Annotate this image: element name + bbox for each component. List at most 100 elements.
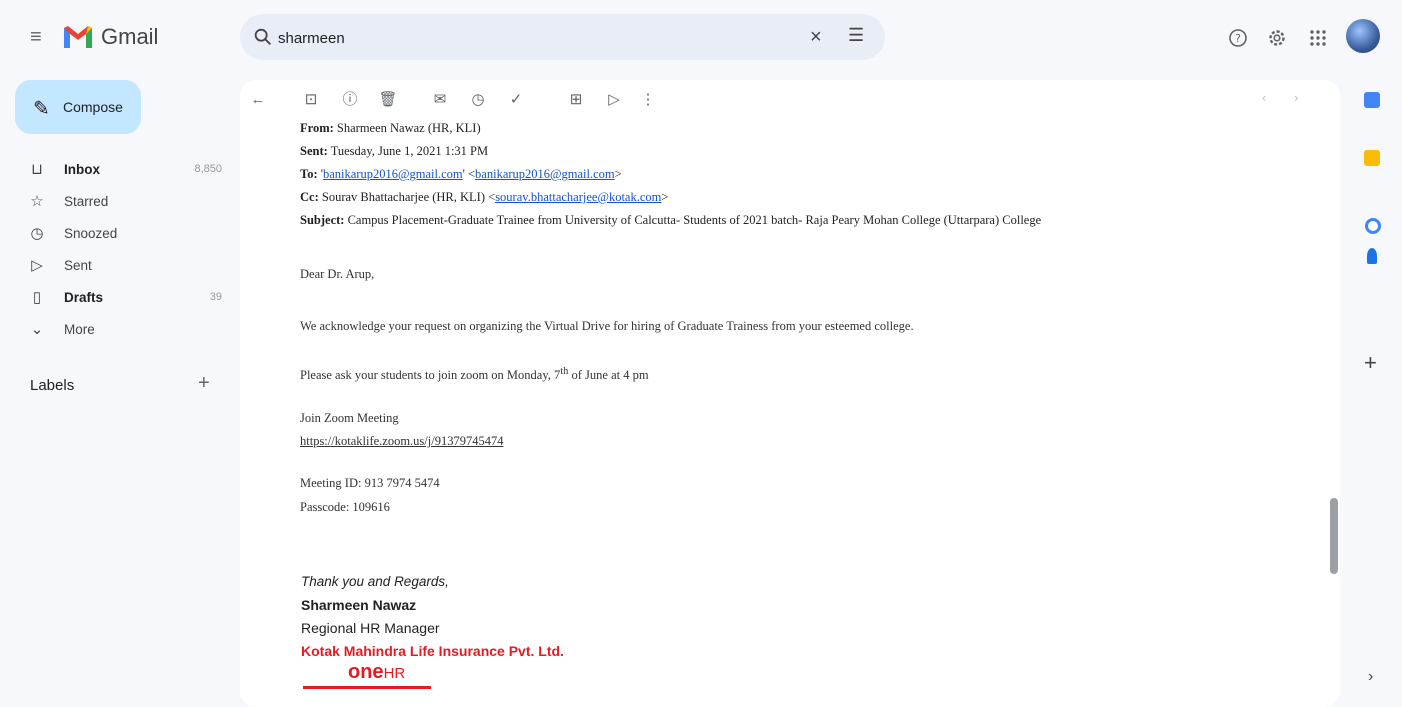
sidebar-item-inbox[interactable]: ⊔ Inbox 8,850 [0, 155, 232, 185]
help-icon[interactable]: ? [1228, 26, 1248, 50]
star-icon: ☆ [30, 193, 44, 210]
sent-value: Tuesday, June 1, 2021 1:31 PM [330, 144, 489, 158]
labels-heading: Labels [30, 377, 75, 394]
zoom-meeting-link[interactable]: https://kotaklife.zoom.us/j/91379745474 [300, 434, 503, 449]
pencil-icon: ✎ [33, 98, 50, 120]
message-pane: ← ⊡ ⓘ 🗑 ✉ ◷ ✓ ⊞ ▷ ⋮ ‹ › From: Sharmeen N… [240, 80, 1340, 707]
join-text: Please ask your students to join zoom on… [300, 368, 561, 383]
drafts-count: 39 [209, 291, 222, 303]
search-input[interactable] [276, 23, 800, 53]
onehr-logo-one: one [348, 661, 384, 683]
from-value: Sharmeen Nawaz (HR, KLI) [336, 121, 481, 135]
settings-gear-icon[interactable] [1267, 26, 1287, 50]
calendar-icon[interactable] [1364, 92, 1380, 108]
inbox-icon: ⊔ [31, 161, 43, 178]
cc-name: Sourav Bhattacharjee (HR, KLI) < [321, 190, 496, 204]
sidebar-item-label: Sent [64, 258, 92, 273]
sidebar-item-starred[interactable]: ☆ Starred [0, 187, 232, 217]
cc-line: Cc: Sourav Bhattacharjee (HR, KLI) <sour… [300, 190, 668, 205]
sidebar-item-label: Inbox [64, 162, 100, 177]
search-options-icon[interactable]: ☰ [848, 25, 864, 46]
meeting-id: Meeting ID: 913 7974 5474 [300, 476, 440, 490]
message-scrollbar[interactable] [1330, 498, 1338, 574]
sidebar-item-sent[interactable]: ▷ Sent [0, 251, 232, 281]
to-email-link[interactable]: banikarup2016@gmail.com [475, 167, 615, 181]
older-chevron-icon[interactable]: › [1294, 90, 1298, 105]
clear-search-icon[interactable]: × [810, 26, 822, 49]
svg-text:?: ? [1235, 32, 1241, 45]
add-label-icon[interactable]: + [198, 372, 210, 395]
to-line: To: 'banikarup2016@gmail.com' <banikarup… [300, 167, 622, 182]
top-bar: ≡ Gmail × ☰ ? [0, 0, 1402, 80]
message-toolbar: ← ⊡ ⓘ 🗑 ✉ ◷ ✓ ⊞ ▷ ⋮ ‹ › [240, 80, 1340, 124]
acknowledge-paragraph: We acknowledge your request on organizin… [300, 319, 914, 333]
move-to-icon[interactable]: ⊞ [564, 88, 588, 112]
account-avatar[interactable] [1346, 19, 1380, 53]
sidebar-item-more[interactable]: ⌄ More [0, 315, 232, 345]
delete-icon[interactable]: 🗑 [376, 88, 400, 112]
cc-email-link[interactable]: sourav.bhattacharjee@kotak.com [495, 190, 661, 204]
sidebar-item-label: Starred [64, 194, 109, 209]
gmail-logo-icon[interactable] [62, 23, 94, 51]
more-options-icon[interactable]: ⋮ [636, 88, 660, 112]
compose-label: Compose [63, 99, 123, 115]
to-label: To: [300, 167, 318, 181]
onehr-underline [303, 686, 431, 689]
contacts-icon[interactable] [1367, 248, 1377, 264]
sidebar-item-drafts[interactable]: ▯ Drafts 39 [0, 283, 232, 313]
signature-name: Sharmeen Nawaz [301, 597, 417, 613]
subject-label: Subject: [300, 213, 345, 227]
sent-label: Sent: [300, 144, 328, 158]
to-quote: > [614, 167, 622, 181]
sidebar-item-snoozed[interactable]: ◷ Snoozed [0, 219, 232, 249]
cc-end: > [661, 190, 669, 204]
keep-icon[interactable] [1364, 150, 1380, 166]
back-arrow-icon[interactable]: ← [246, 88, 270, 112]
send-icon: ▷ [31, 257, 43, 274]
greeting: Dear Dr. Arup, [300, 267, 375, 281]
inbox-count: 8,850 [194, 163, 222, 175]
sidebar-item-label: More [64, 322, 95, 337]
label-icon[interactable]: ▷ [602, 88, 626, 112]
sidebar-item-label: Snoozed [64, 226, 118, 241]
onehr-logo: oneHR [348, 661, 405, 684]
sent-line: Sent: Tuesday, June 1, 2021 1:31 PM [300, 144, 488, 159]
search-bar: × ☰ [240, 14, 885, 60]
search-icon[interactable] [252, 26, 274, 48]
email-body: From: Sharmeen Nawaz (HR, KLI) Sent: Tue… [240, 121, 1330, 707]
mark-unread-icon[interactable]: ✉ [428, 88, 452, 112]
signature-company: Kotak Mahindra Life Insurance Pvt. Ltd. [301, 643, 564, 659]
apps-grid-icon[interactable] [1308, 26, 1328, 50]
subject-value: Campus Placement-Graduate Trainee from U… [347, 213, 1042, 227]
from-line: From: Sharmeen Nawaz (HR, KLI) [300, 121, 481, 136]
add-task-icon[interactable]: ✓ [504, 88, 528, 112]
signature-role: Regional HR Manager [301, 620, 440, 636]
to-quote: ' < [462, 167, 476, 181]
join-instructions: Please ask your students to join zoom on… [300, 366, 649, 383]
join-text-end: of June at 4 pm [568, 368, 649, 383]
show-side-panel-icon[interactable]: › [1368, 668, 1373, 686]
onehr-logo-hr: HR [383, 665, 406, 682]
draft-icon: ▯ [32, 289, 42, 306]
subject-line: Subject: Campus Placement-Graduate Train… [300, 213, 1041, 228]
to-email-link[interactable]: banikarup2016@gmail.com [323, 167, 463, 181]
passcode: Passcode: 109616 [300, 500, 390, 514]
add-addon-icon[interactable]: + [1364, 350, 1377, 376]
newer-chevron-icon[interactable]: ‹ [1262, 90, 1266, 105]
archive-icon[interactable]: ⊡ [299, 88, 323, 112]
tasks-icon[interactable] [1365, 218, 1381, 234]
side-panel-rail: + › [1340, 80, 1402, 707]
cc-label: Cc: [300, 190, 319, 204]
compose-button[interactable]: ✎ Compose [15, 80, 141, 134]
clock-icon: ◷ [30, 225, 44, 242]
snooze-icon[interactable]: ◷ [466, 88, 490, 112]
report-spam-icon[interactable]: ⓘ [338, 88, 362, 112]
signature-closing: Thank you and Regards, [301, 574, 449, 589]
sidebar: ✎ Compose ⊔ Inbox 8,850 ☆ Starred ◷ Snoo… [0, 80, 240, 707]
chevron-down-icon: ⌄ [30, 321, 44, 338]
app-name: Gmail [101, 24, 159, 49]
sidebar-item-label: Drafts [64, 290, 104, 305]
zoom-heading: Join Zoom Meeting [300, 411, 399, 425]
from-label: From: [300, 121, 334, 135]
main-menu-icon[interactable]: ≡ [30, 27, 50, 47]
